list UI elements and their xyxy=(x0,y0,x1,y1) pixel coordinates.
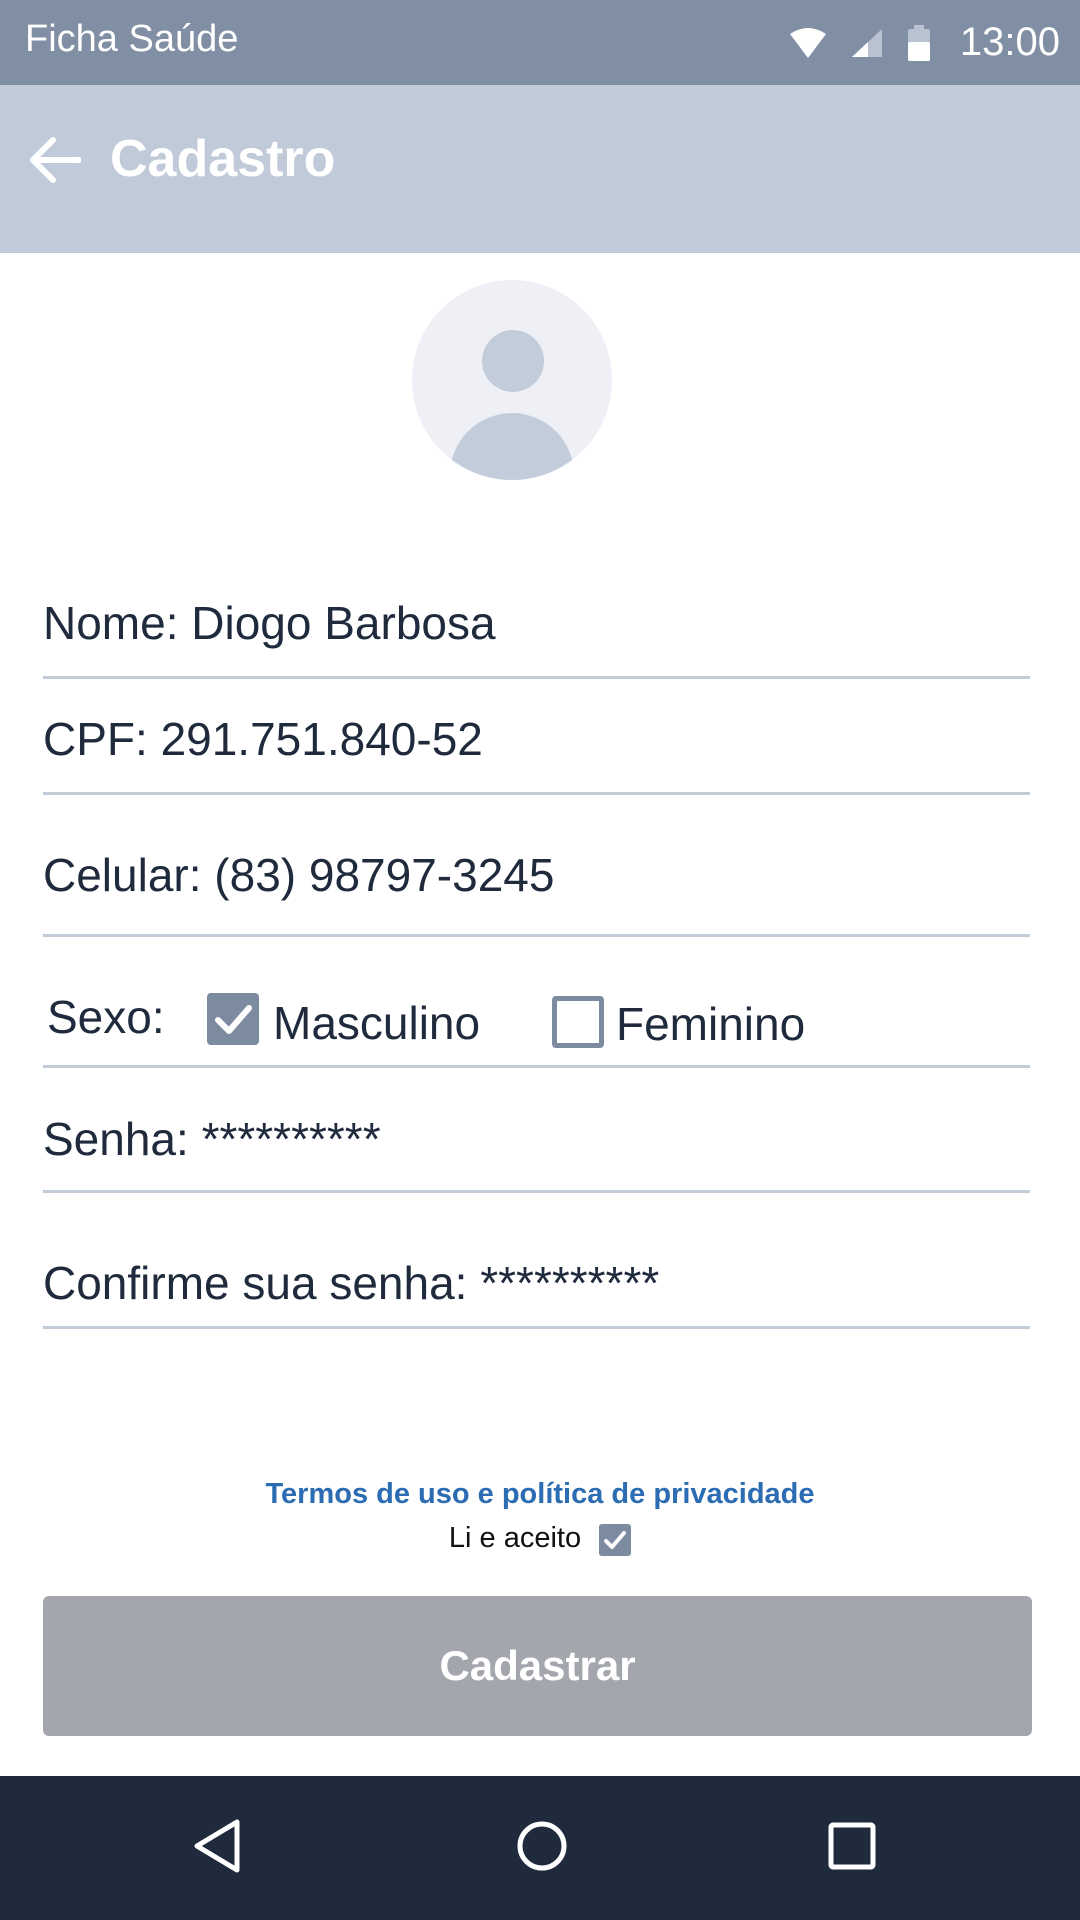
feminino-checkbox[interactable] xyxy=(552,996,604,1048)
app-bar: Cadastro xyxy=(0,85,1080,253)
circle-home-icon xyxy=(514,1818,570,1879)
triangle-back-icon xyxy=(189,1816,245,1881)
status-time: 13:00 xyxy=(959,20,1060,64)
sexo-label: Sexo: xyxy=(47,991,165,1043)
nome-label: Nome: xyxy=(43,597,192,649)
nome-field[interactable]: Nome: Diogo Barbosa xyxy=(43,596,1030,679)
senha-field[interactable]: Senha: ********** xyxy=(43,1112,1030,1193)
accept-checkbox[interactable] xyxy=(599,1524,632,1556)
status-icons: 13:00 xyxy=(788,0,1060,85)
avatar[interactable] xyxy=(412,280,612,480)
page-title: Cadastro xyxy=(110,130,336,188)
cadastrar-button[interactable]: Cadastrar xyxy=(43,1596,1032,1736)
wifi-icon xyxy=(788,26,828,60)
square-recents-icon xyxy=(824,1818,880,1879)
cpf-label: CPF: xyxy=(43,713,161,765)
celular-value: (83) 98797-3245 xyxy=(214,849,555,901)
senha-label: Senha: xyxy=(43,1113,202,1165)
nav-bar xyxy=(0,1776,1080,1920)
masculino-checkbox[interactable] xyxy=(207,993,259,1045)
sexo-field xyxy=(43,980,1030,1068)
feminino-label[interactable]: Feminino xyxy=(616,997,805,1051)
accept-row: Li e aceito xyxy=(0,1520,1080,1556)
back-button[interactable] xyxy=(20,127,90,197)
celular-field[interactable]: Celular: (83) 98797-3245 xyxy=(43,848,1030,937)
confirme-senha-field[interactable]: Confirme sua senha: ********** xyxy=(43,1256,1030,1329)
status-bar: Ficha Saúde 13:00 xyxy=(0,0,1080,85)
signal-icon xyxy=(850,27,884,59)
confirme-senha-label: Confirme sua senha: xyxy=(43,1257,481,1309)
confirme-senha-value: ********** xyxy=(480,1257,660,1309)
battery-icon xyxy=(906,24,932,62)
nome-value: Diogo Barbosa xyxy=(191,597,496,649)
terms-link[interactable]: Termos de uso e política de privacidade xyxy=(0,1478,1080,1511)
cpf-value: 291.751.840-52 xyxy=(160,713,483,765)
cpf-field[interactable]: CPF: 291.751.840-52 xyxy=(43,712,1030,795)
senha-value: ********** xyxy=(201,1113,381,1165)
nav-home-button[interactable] xyxy=(502,1808,582,1888)
celular-label: Celular: xyxy=(43,849,215,901)
nav-back-button[interactable] xyxy=(177,1808,257,1888)
avatar-head xyxy=(482,330,544,392)
arrow-left-icon xyxy=(29,136,82,189)
nav-recents-button[interactable] xyxy=(812,1808,892,1888)
accept-label: Li e aceito xyxy=(448,1521,582,1554)
status-app-name: Ficha Saúde xyxy=(25,18,239,60)
avatar-body xyxy=(450,413,574,480)
masculino-label[interactable]: Masculino xyxy=(273,996,480,1050)
